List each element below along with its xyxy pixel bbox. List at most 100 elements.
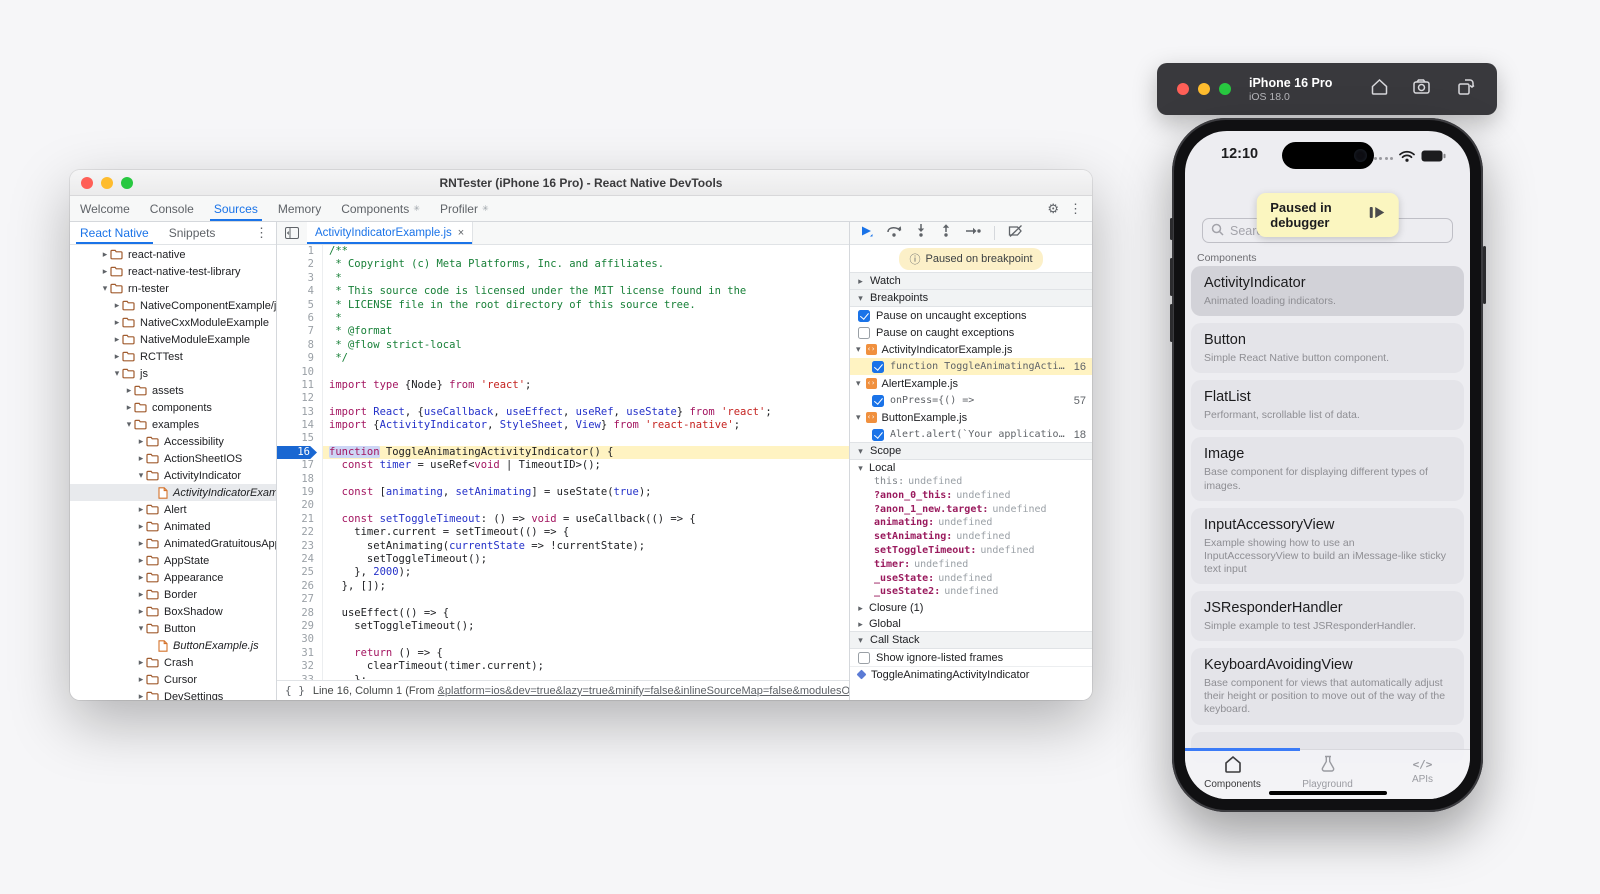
line-number[interactable]: 11 bbox=[277, 379, 323, 392]
line-number[interactable]: 26 bbox=[277, 580, 323, 593]
watch-section-header[interactable]: ▸ Watch bbox=[850, 272, 1092, 290]
screenshot-camera-icon[interactable] bbox=[1413, 78, 1433, 101]
tree-item-cursor[interactable]: ▸Cursor bbox=[70, 671, 276, 688]
line-number[interactable]: 6 bbox=[277, 312, 323, 325]
scope-section-header[interactable]: ▾ Scope bbox=[850, 442, 1092, 460]
breakpoint-entry[interactable]: Alert.alert(`Your application…18 bbox=[850, 426, 1092, 443]
minimize-button[interactable] bbox=[1198, 83, 1210, 95]
tree-item-button[interactable]: ▾Button bbox=[70, 620, 276, 637]
component-card-keyboardavoidingview[interactable]: KeyboardAvoidingViewBase component for v… bbox=[1191, 648, 1464, 724]
tree-item-nativemoduleexample[interactable]: ▸NativeModuleExample bbox=[70, 331, 276, 348]
scope-var-_useState2[interactable]: _useState2:undefined bbox=[850, 586, 1092, 600]
component-card-image[interactable]: ImageBase component for displaying diffe… bbox=[1191, 437, 1464, 500]
breakpoints-section-header[interactable]: ▾ Breakpoints bbox=[850, 289, 1092, 307]
pause-option-0[interactable]: Pause on uncaught exceptions bbox=[850, 307, 1092, 324]
line-number[interactable]: 17 bbox=[277, 459, 323, 472]
tree-item-rn-tester[interactable]: ▾rn-tester bbox=[70, 280, 276, 297]
breakpoint-entry[interactable]: onPress={() =>57 bbox=[850, 392, 1092, 409]
line-number[interactable]: 24 bbox=[277, 553, 323, 566]
tab-components[interactable]: Components bbox=[1185, 750, 1280, 799]
line-number[interactable]: 4 bbox=[277, 285, 323, 298]
scope-global-row[interactable]: ▸ Global bbox=[850, 616, 1092, 632]
scope-var-anon_0_this[interactable]: ?anon_0_this:undefined bbox=[850, 490, 1092, 504]
scope-closure-row[interactable]: ▸ Closure (1) bbox=[850, 600, 1092, 616]
tree-item-activityindicatorexam[interactable]: ActivityIndicatorExam bbox=[70, 484, 276, 501]
tree-item-rcttest[interactable]: ▸RCTTest bbox=[70, 348, 276, 365]
tree-item-devsettings[interactable]: ▸DevSettings bbox=[70, 688, 276, 700]
tree-item-border[interactable]: ▸Border bbox=[70, 586, 276, 603]
line-number[interactable]: 8 bbox=[277, 339, 323, 352]
pause-option-1[interactable]: Pause on caught exceptions bbox=[850, 324, 1092, 341]
checkbox-unchecked[interactable] bbox=[858, 327, 870, 339]
line-number[interactable]: 20 bbox=[277, 499, 323, 512]
line-number[interactable]: 15 bbox=[277, 432, 323, 445]
line-number[interactable]: 28 bbox=[277, 607, 323, 620]
line-number[interactable]: 33 bbox=[277, 674, 323, 681]
tree-item-animatedgratuitousapp[interactable]: ▸AnimatedGratuitousApp bbox=[70, 535, 276, 552]
tree-item-accessibility[interactable]: ▸Accessibility bbox=[70, 433, 276, 450]
line-number[interactable]: 3 bbox=[277, 272, 323, 285]
line-number[interactable]: 31 bbox=[277, 647, 323, 660]
tab-console[interactable]: Console bbox=[140, 196, 204, 221]
paused-in-debugger-banner[interactable]: Paused in debugger bbox=[1256, 193, 1399, 237]
tree-item-activityindicator[interactable]: ▾ActivityIndicator bbox=[70, 467, 276, 484]
checkbox-checked[interactable] bbox=[858, 310, 870, 322]
line-number[interactable]: 22 bbox=[277, 526, 323, 539]
scope-var-setAnimating[interactable]: setAnimating:undefined bbox=[850, 531, 1092, 545]
source-url-link[interactable]: &platform=ios&dev=true&lazy=true&minify=… bbox=[438, 685, 849, 697]
breakpoint-file-AlertExample.js[interactable]: ▾‹›AlertExample.js bbox=[850, 375, 1092, 392]
step-button[interactable] bbox=[965, 224, 981, 242]
line-number[interactable]: 18 bbox=[277, 473, 323, 486]
line-number[interactable]: 30 bbox=[277, 633, 323, 646]
checkbox-checked[interactable] bbox=[872, 361, 884, 373]
line-number[interactable]: 7 bbox=[277, 325, 323, 338]
pretty-print-icon[interactable]: { } bbox=[285, 684, 305, 697]
tree-item-appstate[interactable]: ▸AppState bbox=[70, 552, 276, 569]
tree-item-assets[interactable]: ▸assets bbox=[70, 382, 276, 399]
tree-item-boxshadow[interactable]: ▸BoxShadow bbox=[70, 603, 276, 620]
line-number[interactable]: 21 bbox=[277, 513, 323, 526]
line-number[interactable]: 9 bbox=[277, 352, 323, 365]
line-number[interactable]: 2 bbox=[277, 258, 323, 271]
scope-var-timer[interactable]: timer:undefined bbox=[850, 559, 1092, 573]
tree-item-components[interactable]: ▸components bbox=[70, 399, 276, 416]
step-into-button[interactable] bbox=[915, 224, 927, 242]
navigator-tab-snippets[interactable]: Snippets bbox=[159, 222, 226, 244]
tree-item-crash[interactable]: ▸Crash bbox=[70, 654, 276, 671]
resume-icon[interactable] bbox=[1369, 206, 1385, 224]
line-number[interactable]: 27 bbox=[277, 593, 323, 606]
tree-item-animated[interactable]: ▸Animated bbox=[70, 518, 276, 535]
scope-var-animating[interactable]: animating:undefined bbox=[850, 517, 1092, 531]
checkbox-checked[interactable] bbox=[872, 395, 884, 407]
scope-var-anon_1_newtarget[interactable]: ?anon_1_new.target:undefined bbox=[850, 504, 1092, 518]
rotate-device-icon[interactable] bbox=[1457, 78, 1475, 101]
line-number[interactable]: 5 bbox=[277, 299, 323, 312]
tree-item-react-native-test-library[interactable]: ▸react-native-test-library bbox=[70, 263, 276, 280]
step-out-button[interactable] bbox=[940, 224, 952, 242]
line-number[interactable]: 16 bbox=[277, 446, 323, 459]
resume-button[interactable] bbox=[860, 224, 873, 242]
tab-sources[interactable]: Sources bbox=[204, 196, 268, 221]
line-number[interactable]: 13 bbox=[277, 406, 323, 419]
line-number[interactable]: 1 bbox=[277, 245, 323, 258]
scope-local-row[interactable]: ▾ Local bbox=[850, 460, 1092, 476]
tree-item-buttonexample-js[interactable]: ButtonExample.js bbox=[70, 637, 276, 654]
line-number[interactable]: 32 bbox=[277, 660, 323, 673]
tree-item-appearance[interactable]: ▸Appearance bbox=[70, 569, 276, 586]
checkbox-checked[interactable] bbox=[872, 429, 884, 441]
scope-var-setToggleTimeout[interactable]: setToggleTimeout:undefined bbox=[850, 545, 1092, 559]
toggle-navigator-icon[interactable] bbox=[285, 227, 299, 239]
tree-item-nativecxxmoduleexample[interactable]: ▸NativeCxxModuleExample bbox=[70, 314, 276, 331]
ignore-listed-option[interactable]: Show ignore-listed frames bbox=[850, 649, 1092, 666]
tree-item-alert[interactable]: ▸Alert bbox=[70, 501, 276, 518]
breakpoint-file-ButtonExample.js[interactable]: ▾‹›ButtonExample.js bbox=[850, 409, 1092, 426]
callstack-section-header[interactable]: ▾ Call Stack bbox=[850, 631, 1092, 649]
component-card-jsresponderhandler[interactable]: JSResponderHandlerSimple example to test… bbox=[1191, 591, 1464, 641]
home-button-icon[interactable] bbox=[1370, 78, 1389, 101]
line-number[interactable]: 23 bbox=[277, 540, 323, 553]
tree-item-actionsheetios[interactable]: ▸ActionSheetIOS bbox=[70, 450, 276, 467]
callstack-frame[interactable]: ToggleAnimatingActivityIndicator bbox=[850, 666, 1092, 682]
tab-components[interactable]: Components✳ bbox=[331, 196, 430, 221]
tree-item-react-native[interactable]: ▸react-native bbox=[70, 246, 276, 263]
tab-profiler[interactable]: Profiler✳ bbox=[430, 196, 499, 221]
